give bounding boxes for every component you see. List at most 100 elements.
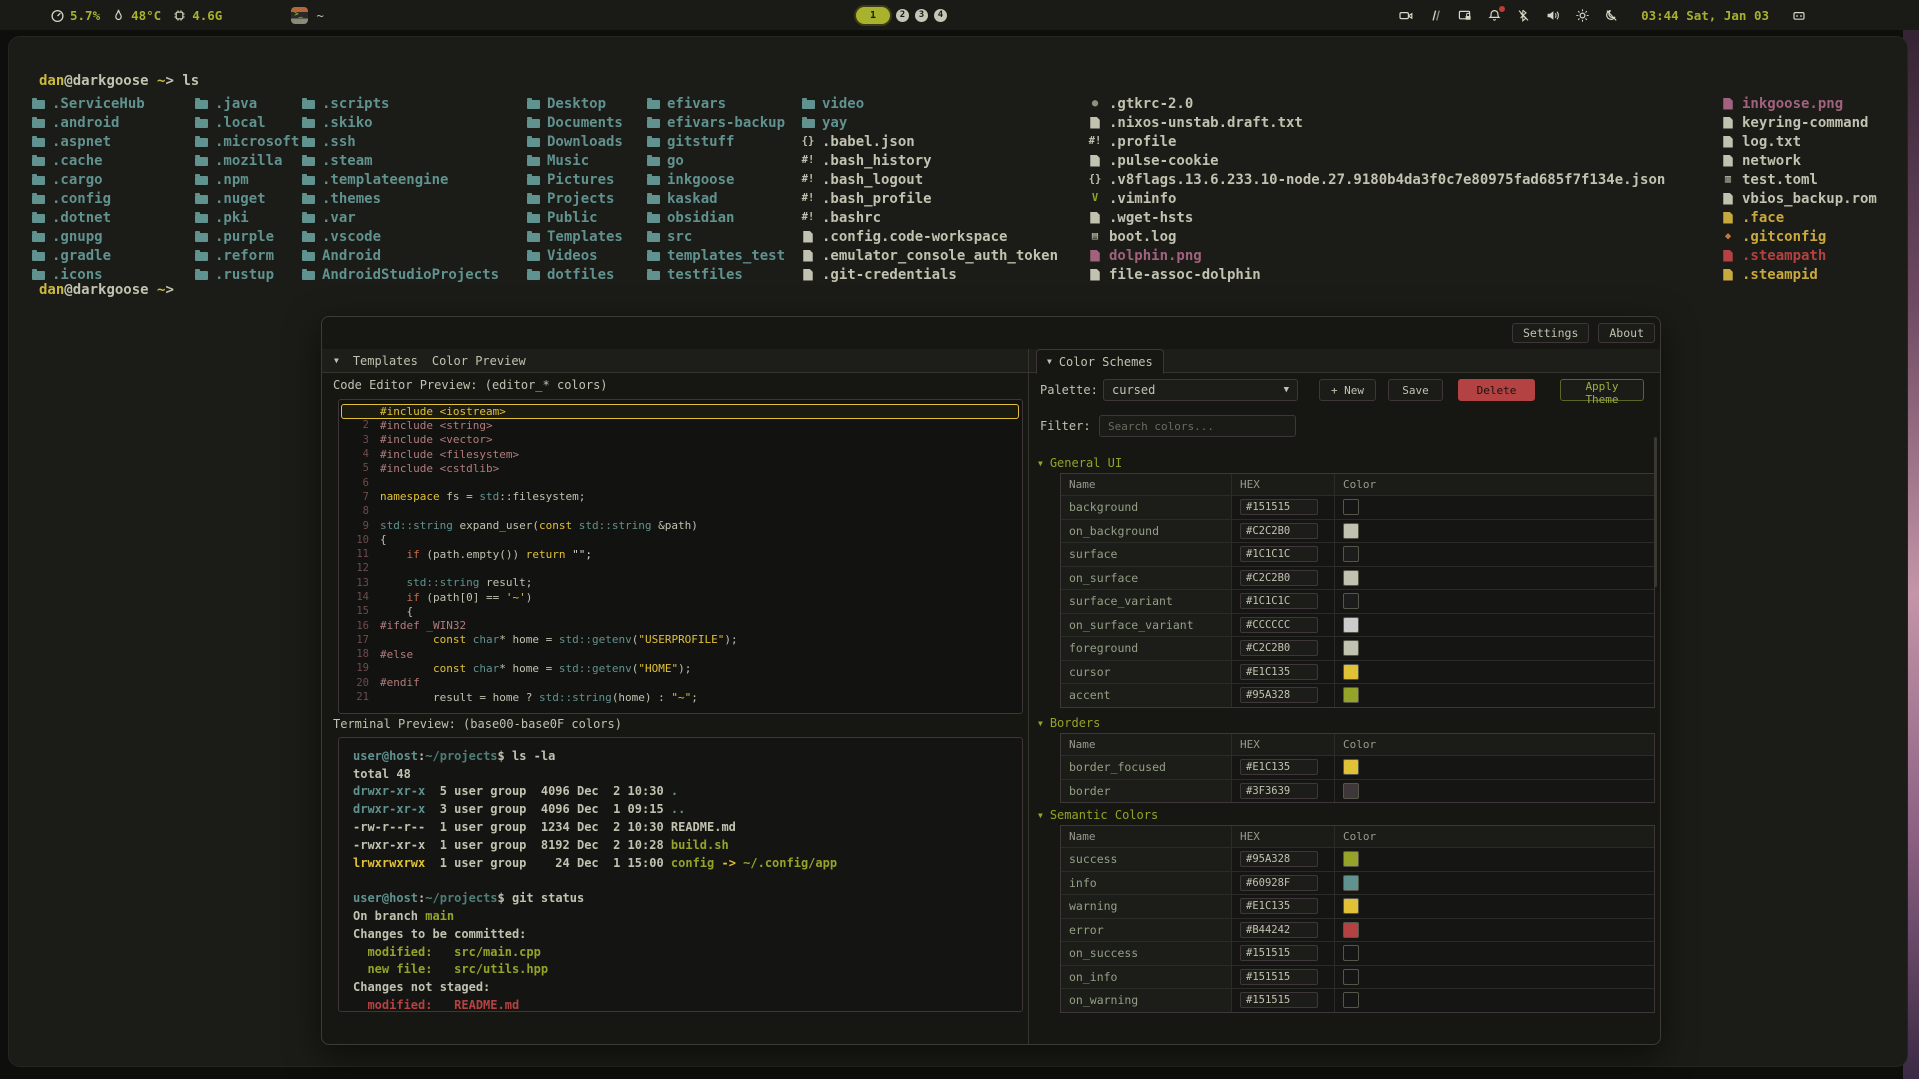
hex-input[interactable]: #C2C2B0 — [1240, 570, 1318, 586]
color-swatch[interactable] — [1343, 851, 1359, 867]
workspace-1[interactable]: 1 — [856, 7, 890, 24]
theme-editor-window: Settings About ▼ Templates Color Preview… — [321, 316, 1661, 1045]
file-name: src — [667, 229, 692, 245]
color-swatch[interactable] — [1343, 640, 1359, 656]
hex-input[interactable]: #1C1C1C — [1240, 546, 1318, 562]
color-swatch[interactable] — [1343, 687, 1359, 703]
window-title-text: ~ — [316, 8, 324, 23]
column-header: Name — [1061, 474, 1232, 495]
file-name: Templates — [547, 229, 623, 245]
notifications-indicator[interactable] — [1487, 8, 1502, 23]
workspace-3[interactable]: 3 — [915, 9, 928, 22]
section-header-semantic-colors[interactable]: ▼Semantic Colors — [1038, 808, 1158, 822]
column-header: Color — [1335, 734, 1654, 755]
hex-input[interactable]: #C2C2B0 — [1240, 640, 1318, 656]
file-name: .vscode — [322, 229, 381, 245]
table-header-row: NameHEXColor — [1061, 474, 1654, 495]
code-line: #include <iostream> — [339, 404, 1022, 418]
color-swatch[interactable] — [1343, 898, 1359, 914]
delete-button[interactable]: Delete — [1458, 379, 1535, 401]
search-colors-input[interactable] — [1099, 415, 1296, 437]
file-item: ◆.gitconfig — [1721, 227, 1877, 246]
color-swatch[interactable] — [1343, 922, 1359, 938]
hex-input[interactable]: #95A328 — [1240, 687, 1318, 703]
file-item: Downloads — [526, 132, 623, 151]
folder-icon — [301, 155, 315, 166]
line-number: 17 — [339, 634, 380, 646]
file-icon: V — [1088, 192, 1102, 205]
hex-input[interactable]: #60928F — [1240, 875, 1318, 891]
folder-icon — [31, 136, 45, 147]
file-icon — [1088, 269, 1102, 281]
file-name: .rustup — [215, 267, 274, 283]
hex-input[interactable]: #C2C2B0 — [1240, 523, 1318, 539]
clock[interactable]: 03:44 Sat, Jan 03 — [1641, 8, 1769, 23]
flames-icon[interactable] — [1428, 8, 1443, 23]
code-line: 19 const char* home = std::getenv("HOME"… — [339, 661, 1022, 675]
file-item: .local — [194, 113, 299, 132]
memory-chip-icon — [172, 8, 187, 23]
color-swatch[interactable] — [1343, 969, 1359, 985]
color-swatch[interactable] — [1343, 992, 1359, 1008]
terminal-preview-line: On branch main — [353, 907, 1022, 925]
color-swatch[interactable] — [1343, 783, 1359, 799]
hex-input[interactable]: #1C1C1C — [1240, 593, 1318, 609]
color-swatch[interactable] — [1343, 570, 1359, 586]
file-name: .steampid — [1742, 267, 1818, 283]
bluetooth-off-icon[interactable] — [1516, 8, 1531, 23]
hex-input[interactable]: #B44242 — [1240, 922, 1318, 938]
workspace-2[interactable]: 2 — [896, 9, 909, 22]
tab-color-schemes[interactable]: ▼ Color Schemes — [1036, 349, 1164, 374]
hex-input[interactable]: #151515 — [1240, 499, 1318, 515]
volume-icon[interactable] — [1545, 8, 1561, 23]
hex-input[interactable]: #151515 — [1240, 992, 1318, 1008]
file-icon — [1088, 155, 1102, 167]
section-header-borders[interactable]: ▼Borders — [1038, 716, 1100, 730]
hex-input[interactable]: #E1C135 — [1240, 664, 1318, 680]
palette-dropdown[interactable]: cursed ▼ — [1103, 379, 1298, 401]
about-button[interactable]: About — [1598, 323, 1655, 343]
section-header-general-ui[interactable]: ▼General UI — [1038, 456, 1122, 470]
tray-device-icon[interactable] — [1791, 8, 1807, 23]
color-swatch[interactable] — [1343, 664, 1359, 680]
collapse-arrow-icon[interactable]: ▼ — [334, 356, 339, 365]
line-number: 10 — [339, 534, 380, 546]
apply-theme-button[interactable]: Apply Theme — [1560, 379, 1644, 401]
screen-lock-icon[interactable] — [1457, 8, 1473, 23]
hex-input[interactable]: #E1C135 — [1240, 898, 1318, 914]
save-button[interactable]: Save — [1388, 379, 1443, 401]
file-name: gitstuff — [667, 134, 734, 150]
file-item: .config.code-workspace — [801, 227, 1058, 246]
top-bar: 5.7% 48°C 4.6G >_ ~ 1234 03:44 Sat, Jan … — [0, 0, 1919, 30]
file-item: #!.profile — [1088, 132, 1665, 151]
color-swatch[interactable] — [1343, 546, 1359, 562]
hex-input[interactable]: #95A328 — [1240, 851, 1318, 867]
tab-templates[interactable]: Templates — [353, 354, 418, 368]
night-light-off-icon[interactable] — [1604, 8, 1619, 23]
tab-color-preview[interactable]: Color Preview — [432, 354, 526, 368]
new-palette-button[interactable]: + New — [1319, 379, 1376, 401]
color-swatch[interactable] — [1343, 945, 1359, 961]
file-item: ●.gtkrc-2.0 — [1088, 94, 1665, 113]
file-icon — [801, 231, 815, 243]
settings-button[interactable]: Settings — [1512, 323, 1589, 343]
table-row: info#60928F — [1061, 871, 1654, 895]
color-swatch[interactable] — [1343, 593, 1359, 609]
hex-input[interactable]: #3F3639 — [1240, 783, 1318, 799]
terminal-preview-line: modified: README.md — [353, 996, 1022, 1012]
folder-icon — [31, 212, 45, 223]
color-swatch[interactable] — [1343, 499, 1359, 515]
hex-input[interactable]: #CCCCCC — [1240, 617, 1318, 633]
color-swatch[interactable] — [1343, 759, 1359, 775]
brightness-icon[interactable] — [1575, 8, 1590, 23]
hex-input[interactable]: #E1C135 — [1240, 759, 1318, 775]
color-swatch[interactable] — [1343, 875, 1359, 891]
hex-input[interactable]: #151515 — [1240, 969, 1318, 985]
workspace-4[interactable]: 4 — [934, 9, 947, 22]
color-swatch[interactable] — [1343, 523, 1359, 539]
hex-input[interactable]: #151515 — [1240, 945, 1318, 961]
scrollbar-thumb[interactable] — [1654, 437, 1657, 587]
file-icon — [1721, 193, 1735, 205]
screencast-icon[interactable] — [1398, 8, 1414, 23]
color-swatch[interactable] — [1343, 617, 1359, 633]
